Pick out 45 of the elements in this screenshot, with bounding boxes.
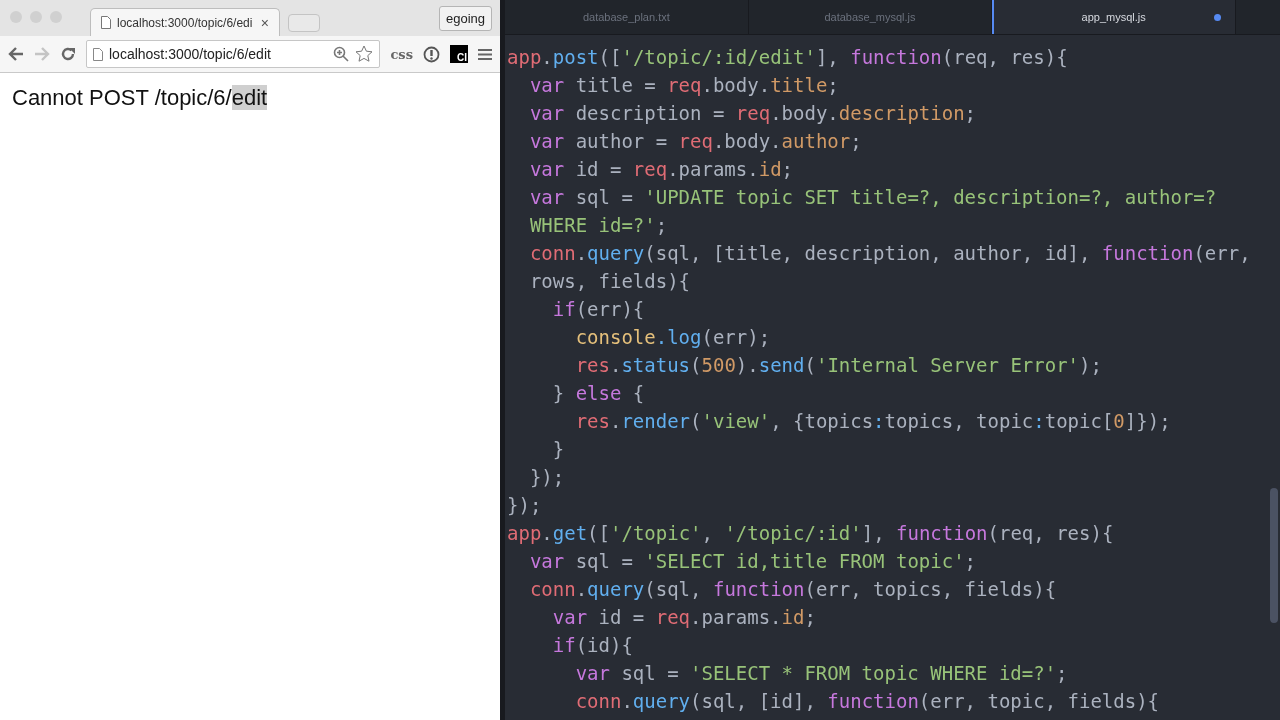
error-message: Cannot POST /topic/6/edit [12, 85, 268, 110]
tab-close-button[interactable]: × [260, 14, 269, 31]
star-icon[interactable] [355, 45, 374, 63]
code-line: var description = req.body.description; [528, 101, 978, 126]
code-line: } [551, 437, 566, 462]
file-name: app_mysql.js [1081, 11, 1146, 23]
profile-button[interactable]: egoing [438, 6, 492, 31]
reload-icon[interactable] [60, 46, 76, 62]
page-icon [101, 16, 111, 29]
css-extension-icon[interactable]: css [390, 47, 413, 62]
address-field[interactable]: localhost:3000/topic/6/edit [86, 40, 381, 68]
code-line: var sql = 'UPDATE topic SET title=?, description=?, author=? [528, 185, 1218, 210]
back-icon[interactable] [8, 47, 24, 61]
code-line: var author = req.body.author; [528, 129, 863, 154]
code-line: conn.query(sql, [title, description, author, id], function(err, [528, 241, 1252, 266]
file-tab[interactable]: app_mysql.js [992, 0, 1236, 34]
file-name: database_plan.txt [582, 11, 670, 23]
code-line: res.render('view', {topics:topics, topic:topic[0]}); [574, 409, 1172, 434]
code-line: if(err){ [551, 297, 646, 322]
code-line: }); [506, 493, 543, 518]
menu-icon[interactable] [478, 47, 492, 61]
zoom-icon[interactable] [333, 46, 350, 62]
code-line: console.log(err); [574, 325, 772, 350]
code-line: conn.query(sql, [id], function(err, topic, fields){ [574, 689, 1161, 714]
scrollbar-thumb[interactable] [1270, 488, 1278, 623]
code-line: var title = req.body.title; [528, 73, 840, 98]
code-line: app.get(['/topic', '/topic/:id'], function(req, res){ [506, 521, 1115, 546]
page-icon [93, 47, 103, 61]
extension-badge-icon[interactable]: CI [450, 45, 468, 63]
code-line: var id = req.params.id; [551, 605, 817, 630]
browser-tab[interactable]: localhost:3000/topic/6/edi × [90, 8, 280, 36]
code-line: var sql = 'SELECT * FROM topic WHERE id=?'; [574, 661, 1069, 686]
code-line: }); [528, 465, 566, 490]
code-line: } else { [551, 381, 646, 406]
code-line: var id = req.params.id; [528, 157, 795, 182]
code-line: WHERE id=?'; [528, 213, 669, 238]
code-line: rows, fields){ [528, 269, 692, 294]
code-line: var sql = 'SELECT id,title FROM topic'; [528, 549, 978, 574]
code-line: app.post(['/topic/:id/edit'], function(req, res){ [506, 45, 1069, 70]
code-line: res.status(500).send('Internal Server Error'); [574, 353, 1103, 378]
info-icon[interactable] [423, 45, 440, 63]
file-name: database_mysql.js [824, 11, 916, 23]
selected-text: edit [231, 85, 268, 110]
code-line: conn.query(sql, function(err, topics, fields){ [528, 577, 1058, 602]
code-line: if(id){ [551, 633, 634, 658]
